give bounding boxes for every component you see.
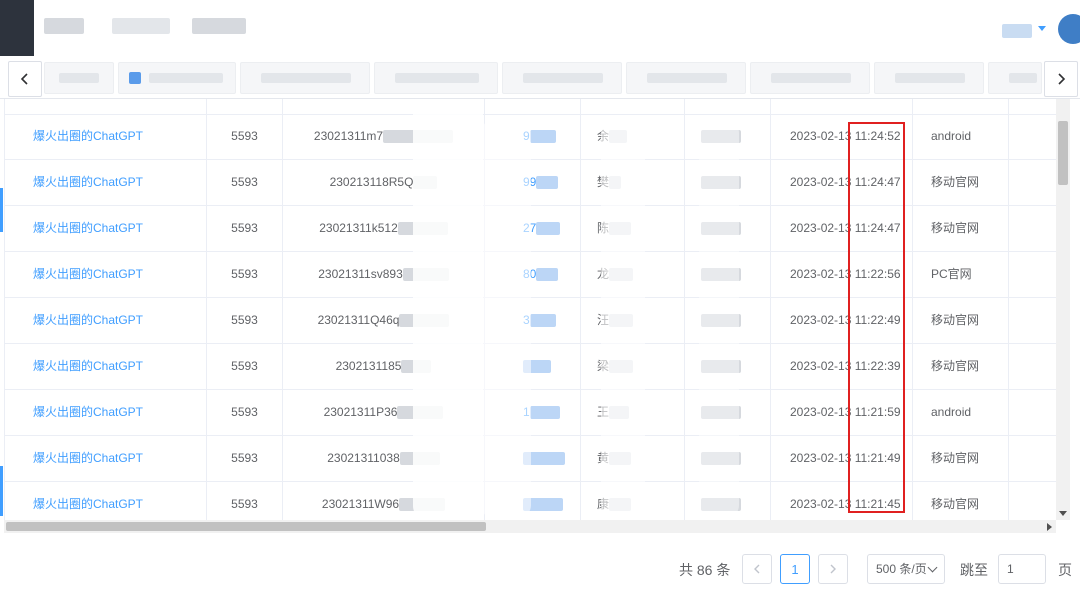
order-source: 移动官网 — [913, 482, 1009, 520]
pagination-total: 共 86 条 — [679, 562, 731, 578]
item-num: 5593 — [207, 114, 283, 159]
order-source: PC官网 — [913, 252, 1009, 297]
page-unit-label: 页 — [1058, 562, 1072, 578]
privacy-mask — [413, 99, 483, 520]
scroll-right-icon[interactable] — [1047, 523, 1052, 531]
chevron-down-icon — [927, 562, 938, 573]
prev-page-button[interactable] — [742, 554, 772, 584]
header-title-blur — [44, 18, 84, 34]
caret-down-icon[interactable] — [1038, 26, 1046, 31]
page-size-select[interactable]: 500 条/页 — [867, 554, 945, 584]
order-source: android — [913, 390, 1009, 435]
goto-page-input[interactable]: 1 — [998, 554, 1046, 584]
scroll-thumb[interactable] — [6, 522, 486, 531]
chevron-left-icon — [754, 564, 760, 574]
tab-5[interactable] — [502, 62, 622, 94]
tab-3[interactable] — [240, 62, 370, 94]
item-name-link[interactable]: 爆火出圈的ChatGPT — [5, 252, 207, 297]
item-num: 5593 — [207, 390, 283, 435]
breadcrumb-item-1[interactable] — [112, 18, 170, 34]
privacy-mask — [699, 119, 739, 519]
scroll-down-icon[interactable] — [1059, 511, 1067, 516]
breadcrumb-item-2[interactable] — [192, 18, 246, 34]
tab-4[interactable] — [374, 62, 498, 94]
order-source: 移动官网 — [913, 298, 1009, 343]
chevron-right-icon — [830, 564, 836, 574]
item-num: 5593 — [207, 160, 283, 205]
privacy-mask — [481, 119, 531, 519]
page-number-button[interactable]: 1 — [780, 554, 810, 584]
edge-marker — [0, 466, 3, 516]
tab-2-active[interactable] — [118, 62, 236, 94]
tab-9[interactable] — [988, 62, 1042, 94]
tab-7[interactable] — [750, 62, 870, 94]
item-num: 5593 — [207, 298, 283, 343]
order-source: 移动官网 — [913, 344, 1009, 389]
item-name-link[interactable]: 爆火出圈的ChatGPT — [5, 160, 207, 205]
item-num: 5593 — [207, 344, 283, 389]
table-header-row — [5, 99, 1057, 115]
page-size-value: 500 条/页 — [876, 562, 927, 576]
goto-label: 跳至 — [960, 562, 988, 578]
order-source: 移动官网 — [913, 160, 1009, 205]
tab-scroll-left-button[interactable] — [8, 61, 42, 97]
privacy-mask — [601, 119, 645, 519]
item-name-link[interactable]: 爆火出圈的ChatGPT — [5, 206, 207, 251]
tab-6[interactable] — [626, 62, 746, 94]
edge-marker — [0, 188, 3, 232]
table-vertical-scrollbar[interactable] — [1056, 99, 1070, 520]
order-source: android — [913, 114, 1009, 159]
item-name-link[interactable]: 爆火出圈的ChatGPT — [5, 344, 207, 389]
item-num: 5593 — [207, 482, 283, 520]
avatar-icon[interactable] — [1058, 14, 1080, 44]
item-name-link[interactable]: 爆火出圈的ChatGPT — [5, 390, 207, 435]
order-source: 移动官网 — [913, 206, 1009, 251]
item-num: 5593 — [207, 252, 283, 297]
tabs-bar — [0, 58, 1080, 99]
order-source: 移动官网 — [913, 436, 1009, 481]
tab-scroll-right-button[interactable] — [1044, 61, 1078, 97]
tab-1[interactable] — [44, 62, 114, 94]
chevron-left-icon — [20, 73, 28, 85]
top-header — [0, 0, 1080, 59]
scroll-thumb[interactable] — [1058, 121, 1068, 185]
user-name[interactable] — [1002, 24, 1032, 38]
next-page-button[interactable] — [818, 554, 848, 584]
sidebar-logo — [0, 0, 34, 56]
time-highlight-box — [848, 122, 905, 513]
item-name-link[interactable]: 爆火出圈的ChatGPT — [5, 298, 207, 343]
chevron-right-icon — [1058, 73, 1066, 85]
item-num: 5593 — [207, 206, 283, 251]
table-horizontal-scrollbar[interactable] — [4, 520, 1056, 533]
item-num: 5593 — [207, 436, 283, 481]
item-name-link[interactable]: 爆火出圈的ChatGPT — [5, 114, 207, 159]
tab-8[interactable] — [874, 62, 984, 94]
item-name-link[interactable]: 爆火出圈的ChatGPT — [5, 436, 207, 481]
item-name-link[interactable]: 爆火出圈的ChatGPT — [5, 482, 207, 520]
